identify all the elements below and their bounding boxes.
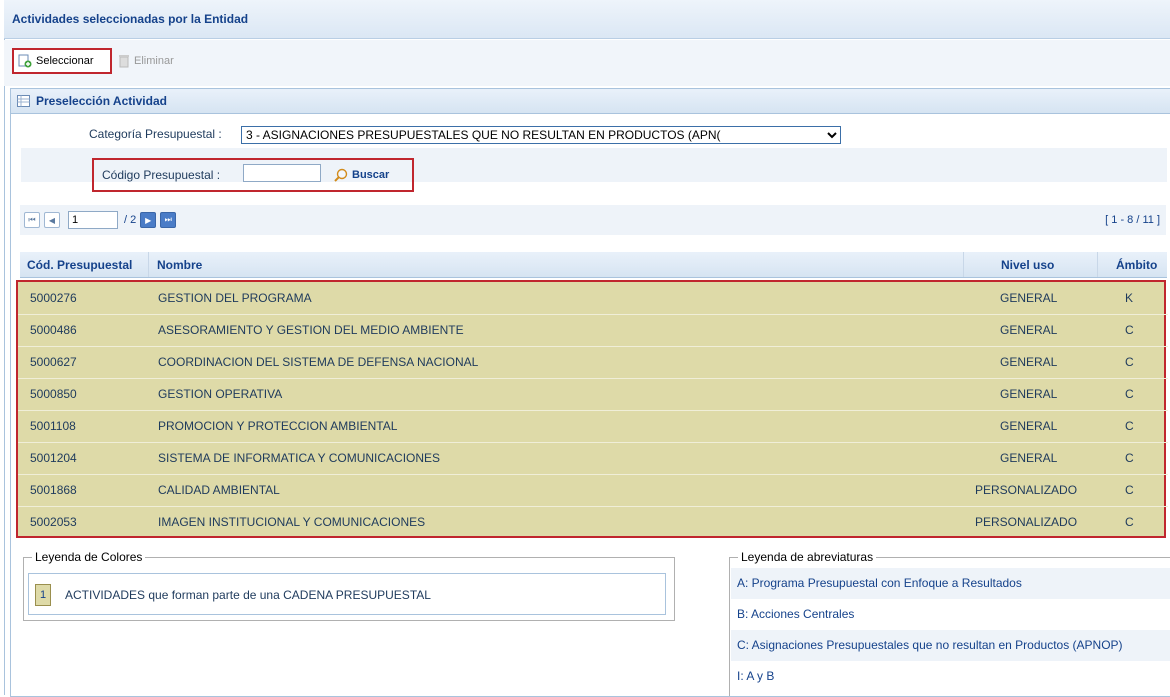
cell-name: SISTEMA DE INFORMATICA Y COMUNICACIONES [158, 451, 441, 465]
cell-name: PROMOCION Y PROTECCION AMBIENTAL [158, 419, 398, 433]
table-row[interactable]: 5000486 ASESORAMIENTO Y GESTION DEL MEDI… [18, 314, 1168, 347]
abbr-item: A: Programa Presupuestal con Enfoque a R… [731, 568, 1170, 599]
abbr-item: B: Acciones Centrales [737, 607, 855, 621]
table-row[interactable]: 5001204 SISTEMA DE INFORMATICA Y COMUNIC… [18, 442, 1168, 475]
grid-body: 5000276 GESTION DEL PROGRAMA GENERAL K 5… [16, 280, 1168, 538]
col-divider [963, 252, 964, 277]
title-bar: Actividades seleccionadas por la Entidad [4, 0, 1170, 39]
color-swatch: 1 [35, 584, 51, 606]
cell-scope: C [1125, 387, 1134, 401]
abbr-item: C: Asignaciones Presupuestales que no re… [731, 630, 1170, 661]
cell-level: GENERAL [1000, 419, 1058, 433]
cell-level: GENERAL [1000, 355, 1058, 369]
cell-code: 5001868 [30, 483, 77, 497]
cell-scope: K [1125, 291, 1134, 305]
first-page-button[interactable]: ⏮ [24, 212, 40, 228]
toolbar: Seleccionar Eliminar [4, 40, 1170, 86]
delete-label: Eliminar [134, 55, 174, 67]
cell-code: 5000276 [30, 291, 77, 305]
window-title: Actividades seleccionadas por la Entidad [12, 12, 249, 26]
col-header-name[interactable]: Nombre [157, 258, 202, 272]
category-row: Categoría Presupuestal : 3 - ASIGNACIONE… [21, 118, 1167, 148]
next-page-button[interactable]: ▶ [140, 212, 157, 228]
first-page-icon: ⏮ [28, 215, 36, 224]
prev-page-icon: ◀ [48, 215, 56, 225]
code-input[interactable] [243, 164, 321, 182]
search-button[interactable]: Buscar [334, 168, 389, 182]
record-range: [ 1 - 8 / 11 ] [1105, 214, 1160, 226]
cell-level: PERSONALIZADO [975, 515, 1078, 529]
table-row[interactable]: 5000850 GESTION OPERATIVA GENERAL C [18, 378, 1168, 411]
delete-button[interactable]: Eliminar [112, 48, 174, 74]
cell-name: IMAGEN INSTITUCIONAL Y COMUNICACIONES [158, 515, 426, 529]
col-divider [1097, 252, 1098, 277]
magnifier-icon [334, 168, 348, 182]
cell-name: ASESORAMIENTO Y GESTION DEL MEDIO AMBIEN… [158, 323, 464, 337]
table-row[interactable]: 5002053 IMAGEN INSTITUCIONAL Y COMUNICAC… [18, 506, 1168, 538]
grid-header: Cód. Presupuestal Nombre Nivel uso Ámbit… [20, 252, 1167, 278]
cell-level: GENERAL [1000, 387, 1058, 401]
cell-scope: C [1125, 323, 1134, 337]
table-row[interactable]: 5001108 PROMOCION Y PROTECCION AMBIENTAL… [18, 410, 1168, 443]
table-row[interactable]: 5000276 GESTION DEL PROGRAMA GENERAL K [18, 282, 1168, 315]
color-legend-box: 1 ACTIVIDADES que forman parte de una CA… [28, 573, 666, 615]
cell-scope: C [1125, 451, 1134, 465]
last-page-icon: ⏭ [164, 215, 172, 224]
category-label: Categoría Presupuestal : [89, 127, 222, 141]
select-label: Seleccionar [36, 55, 94, 67]
col-header-level[interactable]: Nivel uso [1001, 258, 1054, 272]
cell-level: GENERAL [1000, 451, 1058, 465]
page-number-input[interactable] [68, 211, 118, 229]
grid-icon [17, 95, 30, 107]
cell-scope: C [1125, 355, 1134, 369]
abbr-item: I: A y B [737, 669, 775, 683]
color-legend-text: ACTIVIDADES que forman parte de una CADE… [65, 588, 431, 602]
cell-level: GENERAL [1000, 323, 1058, 337]
cell-name: COORDINACION DEL SISTEMA DE DEFENSA NACI… [158, 355, 479, 369]
cell-code: 5001108 [30, 419, 76, 433]
select-button[interactable]: Seleccionar [12, 48, 112, 74]
color-legend-title: Leyenda de Colores [32, 550, 146, 564]
color-legend: Leyenda de Colores 1 ACTIVIDADES que for… [23, 550, 675, 621]
last-page-button[interactable]: ⏭ [160, 212, 177, 228]
table-row[interactable]: 5001868 CALIDAD AMBIENTAL PERSONALIZADO … [18, 474, 1168, 507]
col-header-scope[interactable]: Ámbito [1116, 258, 1157, 272]
panel-title: Preselección Actividad [36, 94, 167, 108]
trash-icon [118, 54, 130, 68]
cell-name: CALIDAD AMBIENTAL [158, 483, 280, 497]
category-select[interactable]: 3 - ASIGNACIONES PRESUPUESTALES QUE NO R… [241, 126, 841, 144]
cell-code: 5000627 [30, 355, 77, 369]
prev-page-button[interactable]: ◀ [44, 212, 60, 228]
pager-bar: ⏮ ◀ / 2 ▶ ⏭ [ 1 - 8 / 11 ] [20, 205, 1166, 235]
cell-level: GENERAL [1000, 291, 1058, 305]
cell-scope: C [1125, 419, 1134, 433]
cell-name: GESTION OPERATIVA [158, 387, 283, 401]
cell-code: 5000850 [30, 387, 77, 401]
cell-name: GESTION DEL PROGRAMA [158, 291, 312, 305]
abbreviation-legend: Leyenda de abreviaturas A: Programa Pres… [729, 550, 1170, 696]
cell-scope: C [1125, 483, 1134, 497]
cell-scope: C [1125, 515, 1134, 529]
cell-level: PERSONALIZADO [975, 483, 1078, 497]
page-total: / 2 [124, 214, 137, 226]
panel-header: Preselección Actividad [11, 89, 1170, 114]
abbr-legend-title: Leyenda de abreviaturas [738, 550, 877, 564]
table-row[interactable]: 5000627 COORDINACION DEL SISTEMA DE DEFE… [18, 346, 1168, 379]
cell-code: 5000486 [30, 323, 77, 337]
cell-code: 5002053 [30, 515, 77, 529]
search-label: Buscar [352, 169, 390, 181]
next-page-icon: ▶ [145, 215, 152, 225]
add-document-icon [18, 54, 32, 68]
col-divider [148, 252, 149, 277]
col-header-code[interactable]: Cód. Presupuestal [27, 258, 132, 272]
cell-code: 5001204 [30, 451, 77, 465]
code-label: Código Presupuestal : [102, 168, 221, 182]
